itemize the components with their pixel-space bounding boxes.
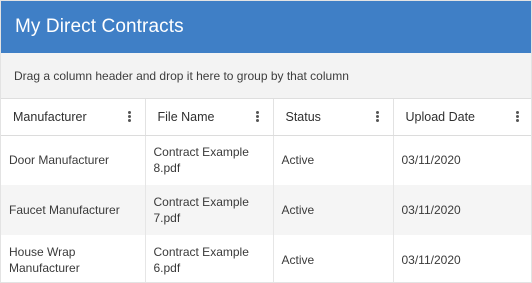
cell-status: Active [273,185,394,235]
column-header-label: File Name [157,109,215,124]
column-header-label: Upload Date [405,109,476,124]
column-header-upload-date[interactable]: Upload Date [393,99,531,136]
kebab-menu-icon[interactable] [253,111,263,123]
cell-upload-date: 03/11/2020 [393,185,531,235]
cell-manufacturer: Faucet Manufacturer [1,185,146,235]
column-header-file-name[interactable]: File Name [145,99,274,136]
cell-file-name[interactable]: Contract Example 6.pdf [145,235,274,282]
column-header-label: Manufacturer [13,109,87,124]
direct-contracts-panel: My Direct Contracts Drag a column header… [0,0,532,283]
cell-manufacturer: Door Manufacturer [1,135,146,185]
cell-manufacturer: House Wrap Manufacturer [1,235,146,282]
cell-status: Active [273,235,394,282]
group-drop-area[interactable]: Drag a column header and drop it here to… [1,53,531,99]
contracts-grid: Manufacturer File Name Status Upload Dat… [1,99,531,282]
table-row[interactable]: Faucet Manufacturer Contract Example 7.p… [1,185,531,235]
column-header-label: Status [285,109,321,124]
kebab-menu-icon[interactable] [125,111,135,123]
table-row[interactable]: House Wrap Manufacturer Contract Example… [1,235,531,282]
column-header-row: Manufacturer File Name Status Upload Dat… [1,99,531,136]
panel-title: My Direct Contracts [15,16,184,37]
cell-status: Active [273,135,394,185]
cell-upload-date: 03/11/2020 [393,135,531,185]
column-header-manufacturer[interactable]: Manufacturer [1,99,146,136]
cell-file-name[interactable]: Contract Example 7.pdf [145,185,274,235]
cell-file-name[interactable]: Contract Example 8.pdf [145,135,274,185]
table-row[interactable]: Door Manufacturer Contract Example 8.pdf… [1,135,531,185]
column-header-status[interactable]: Status [273,99,394,136]
cell-upload-date: 03/11/2020 [393,235,531,282]
group-drop-hint: Drag a column header and drop it here to… [14,68,349,83]
kebab-menu-icon[interactable] [513,111,523,123]
panel-header: My Direct Contracts [1,1,531,53]
kebab-menu-icon[interactable] [373,111,383,123]
